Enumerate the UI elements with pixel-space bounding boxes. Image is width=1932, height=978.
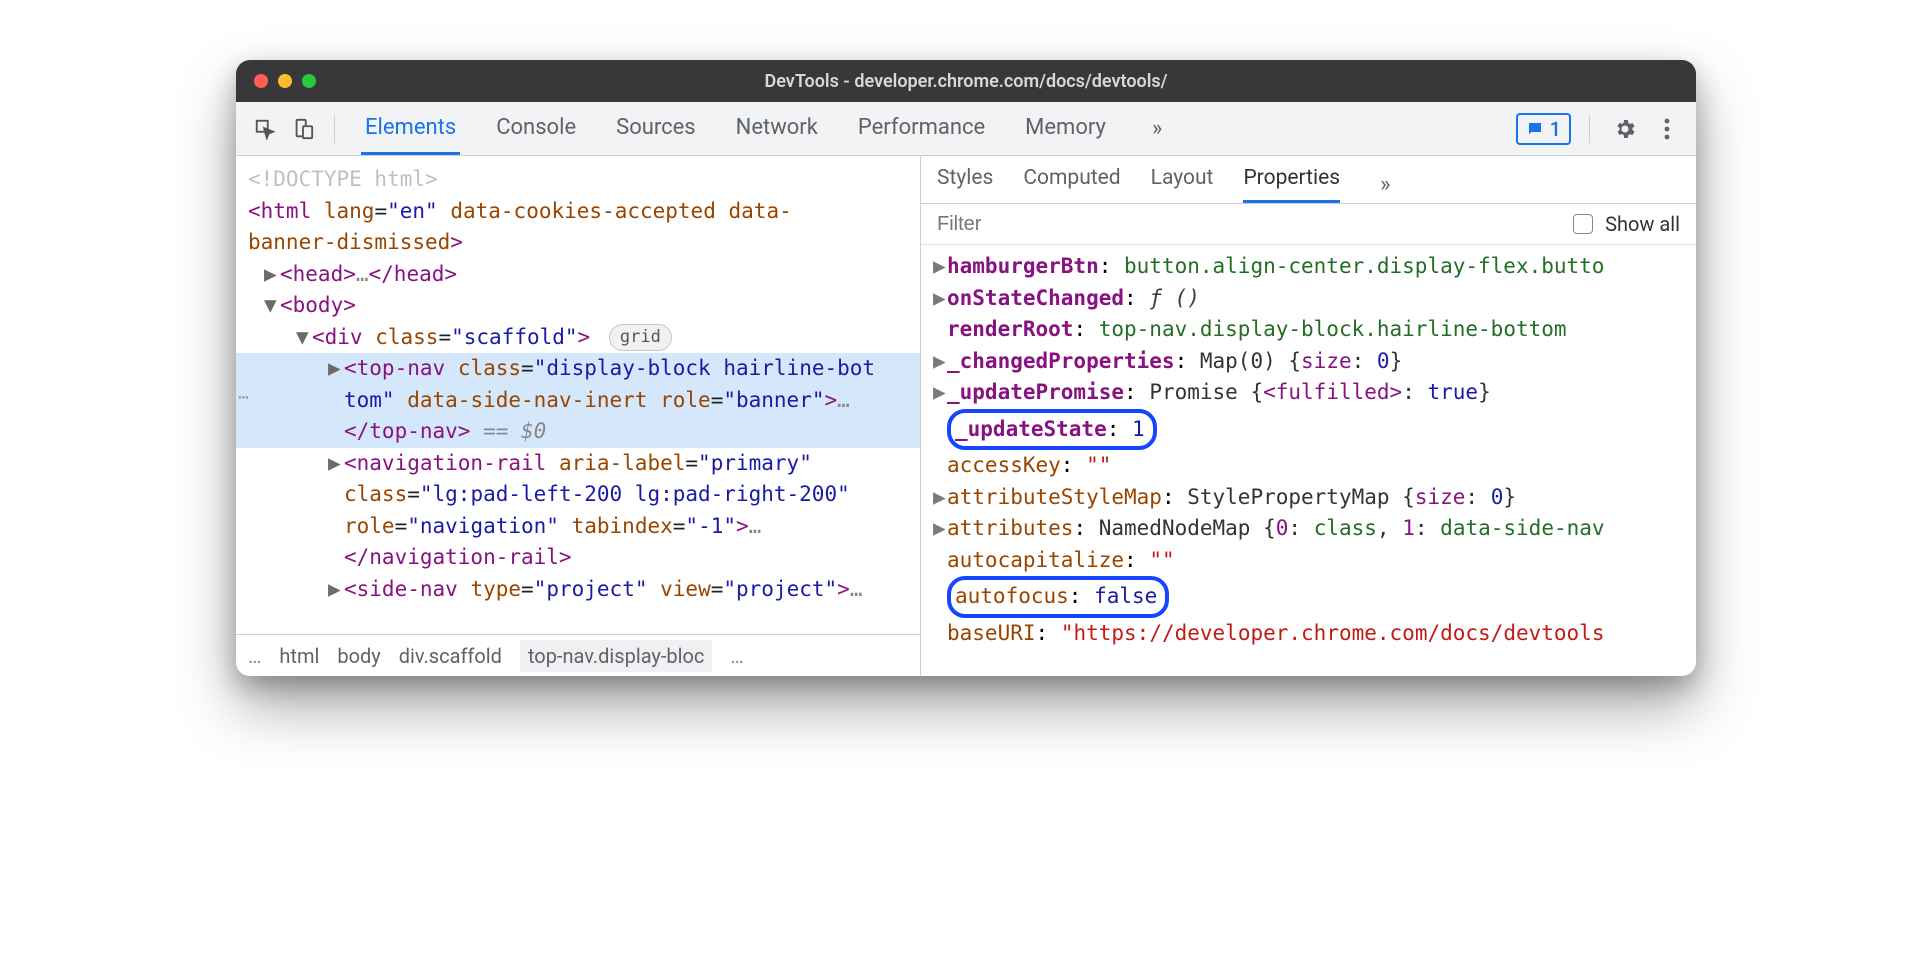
close-window-button[interactable] xyxy=(254,74,268,88)
prop-baseURI[interactable]: baseURI: "https://developer.chrome.com/d… xyxy=(921,618,1696,650)
sidebar-tab-bar: Styles Computed Layout Properties » xyxy=(921,156,1696,204)
prop-renderRoot[interactable]: renderRoot: top-nav.display-block.hairli… xyxy=(921,314,1696,346)
tab-memory[interactable]: Memory xyxy=(1021,103,1110,155)
dom-html-open[interactable]: <html lang="en" data-cookies-accepted da… xyxy=(236,196,920,228)
dom-body-open[interactable]: ▼<body> xyxy=(236,290,920,322)
dom-topnav-selected[interactable]: ▶<top-nav class="display-block hairline-… xyxy=(236,353,920,385)
sidebar-panel: Styles Computed Layout Properties » Show… xyxy=(921,156,1696,676)
dom-navigation-rail-cont1[interactable]: class="lg:pad-left-200 lg:pad-right-200" xyxy=(236,479,920,511)
show-all-label: Show all xyxy=(1605,212,1680,236)
dom-side-nav[interactable]: ▶<side-nav type="project" view="project"… xyxy=(236,574,920,606)
minimize-window-button[interactable] xyxy=(278,74,292,88)
prop-autofocus-highlighted[interactable]: autofocus: false xyxy=(921,576,1696,618)
device-toolbar-icon[interactable] xyxy=(286,112,320,146)
dom-navigation-rail-close[interactable]: </navigation-rail> xyxy=(236,542,920,574)
dom-doctype[interactable]: <!DOCTYPE html> xyxy=(236,164,920,196)
tab-network[interactable]: Network xyxy=(732,103,822,155)
dom-topnav-selected-cont[interactable]: tom" data-side-nav-inert role="banner">… xyxy=(236,385,920,417)
crumb-overflow-right[interactable]: … xyxy=(730,644,743,668)
properties-list[interactable]: ▶hamburgerBtn: button.align-center.displ… xyxy=(921,245,1696,676)
inspect-element-icon[interactable] xyxy=(248,112,282,146)
dom-navigation-rail[interactable]: ▶<navigation-rail aria-label="primary" xyxy=(236,448,920,480)
dom-breadcrumbs[interactable]: … html body div.scaffold top-nav.display… xyxy=(236,634,920,676)
crumb-top-nav[interactable]: top-nav.display-bloc xyxy=(520,640,712,672)
prop-updatePromise[interactable]: ▶_updatePromise: Promise {<fulfilled>: t… xyxy=(921,377,1696,409)
dom-tree[interactable]: ⋯ <!DOCTYPE html> <html lang="en" data-c… xyxy=(236,156,920,634)
panels-container: ⋯ <!DOCTYPE html> <html lang="en" data-c… xyxy=(236,156,1696,676)
prop-attributes[interactable]: ▶attributes: NamedNodeMap {0: class, 1: … xyxy=(921,513,1696,545)
toolbar-divider xyxy=(334,115,335,143)
crumb-html[interactable]: html xyxy=(279,644,319,668)
window-title: DevTools - developer.chrome.com/docs/dev… xyxy=(236,71,1696,92)
toolbar-divider xyxy=(1589,115,1590,143)
dom-navigation-rail-cont2[interactable]: role="navigation" tabindex="-1">… xyxy=(236,511,920,543)
crumb-div-scaffold[interactable]: div.scaffold xyxy=(399,644,502,668)
tab-elements[interactable]: Elements xyxy=(361,103,460,155)
crumb-body[interactable]: body xyxy=(337,644,380,668)
properties-filter-row: Show all xyxy=(921,204,1696,245)
selected-row-dots-icon: ⋯ xyxy=(238,384,249,411)
window-traffic-lights xyxy=(236,74,316,88)
devtools-window: DevTools - developer.chrome.com/docs/dev… xyxy=(236,60,1696,676)
dom-head[interactable]: ▶<head>…</head> xyxy=(236,259,920,291)
crumb-overflow-left[interactable]: … xyxy=(248,644,261,668)
properties-filter-input[interactable] xyxy=(937,213,1561,236)
toolbar-right-group: 1 xyxy=(1516,112,1684,146)
prop-autocapitalize[interactable]: autocapitalize: "" xyxy=(921,545,1696,577)
prop-attributeStyleMap[interactable]: ▶attributeStyleMap: StylePropertyMap {si… xyxy=(921,482,1696,514)
tab-console[interactable]: Console xyxy=(492,103,580,155)
prop-onStateChanged[interactable]: ▶onStateChanged: ƒ () xyxy=(921,283,1696,315)
sidebar-tab-styles[interactable]: Styles xyxy=(937,166,993,203)
sidebar-tab-layout[interactable]: Layout xyxy=(1151,166,1214,203)
prop-hamburgerBtn[interactable]: ▶hamburgerBtn: button.align-center.displ… xyxy=(921,251,1696,283)
issues-icon xyxy=(1526,120,1544,138)
maximize-window-button[interactable] xyxy=(302,74,316,88)
tab-sources[interactable]: Sources xyxy=(612,103,700,155)
tab-performance[interactable]: Performance xyxy=(854,103,989,155)
sidebar-tab-computed[interactable]: Computed xyxy=(1023,166,1120,203)
kebab-menu-icon[interactable] xyxy=(1650,112,1684,146)
elements-panel: ⋯ <!DOCTYPE html> <html lang="en" data-c… xyxy=(236,156,921,676)
sidebar-tab-properties[interactable]: Properties xyxy=(1243,166,1340,203)
prop-updateState-highlighted[interactable]: _updateState: 1 xyxy=(921,409,1696,451)
sidebar-tab-overflow-icon[interactable]: » xyxy=(1370,172,1400,197)
tab-overflow-icon[interactable]: » xyxy=(1142,116,1172,141)
show-all-checkbox[interactable] xyxy=(1573,214,1593,234)
prop-changedProperties[interactable]: ▶_changedProperties: Map(0) {size: 0} xyxy=(921,346,1696,378)
grid-badge[interactable]: grid xyxy=(609,324,672,352)
dom-topnav-close[interactable]: </top-nav> == $0 xyxy=(236,416,920,448)
main-tab-bar: Elements Console Sources Network Perform… xyxy=(349,103,1512,155)
settings-gear-icon[interactable] xyxy=(1608,112,1642,146)
dom-div-scaffold[interactable]: ▼<div class="scaffold"> grid xyxy=(236,322,920,354)
window-titlebar: DevTools - developer.chrome.com/docs/dev… xyxy=(236,60,1696,102)
dom-html-open-cont[interactable]: banner-dismissed> xyxy=(236,227,920,259)
main-toolbar: Elements Console Sources Network Perform… xyxy=(236,102,1696,156)
issues-count: 1 xyxy=(1550,117,1561,141)
prop-accessKey[interactable]: accessKey: "" xyxy=(921,450,1696,482)
issues-button[interactable]: 1 xyxy=(1516,113,1571,145)
